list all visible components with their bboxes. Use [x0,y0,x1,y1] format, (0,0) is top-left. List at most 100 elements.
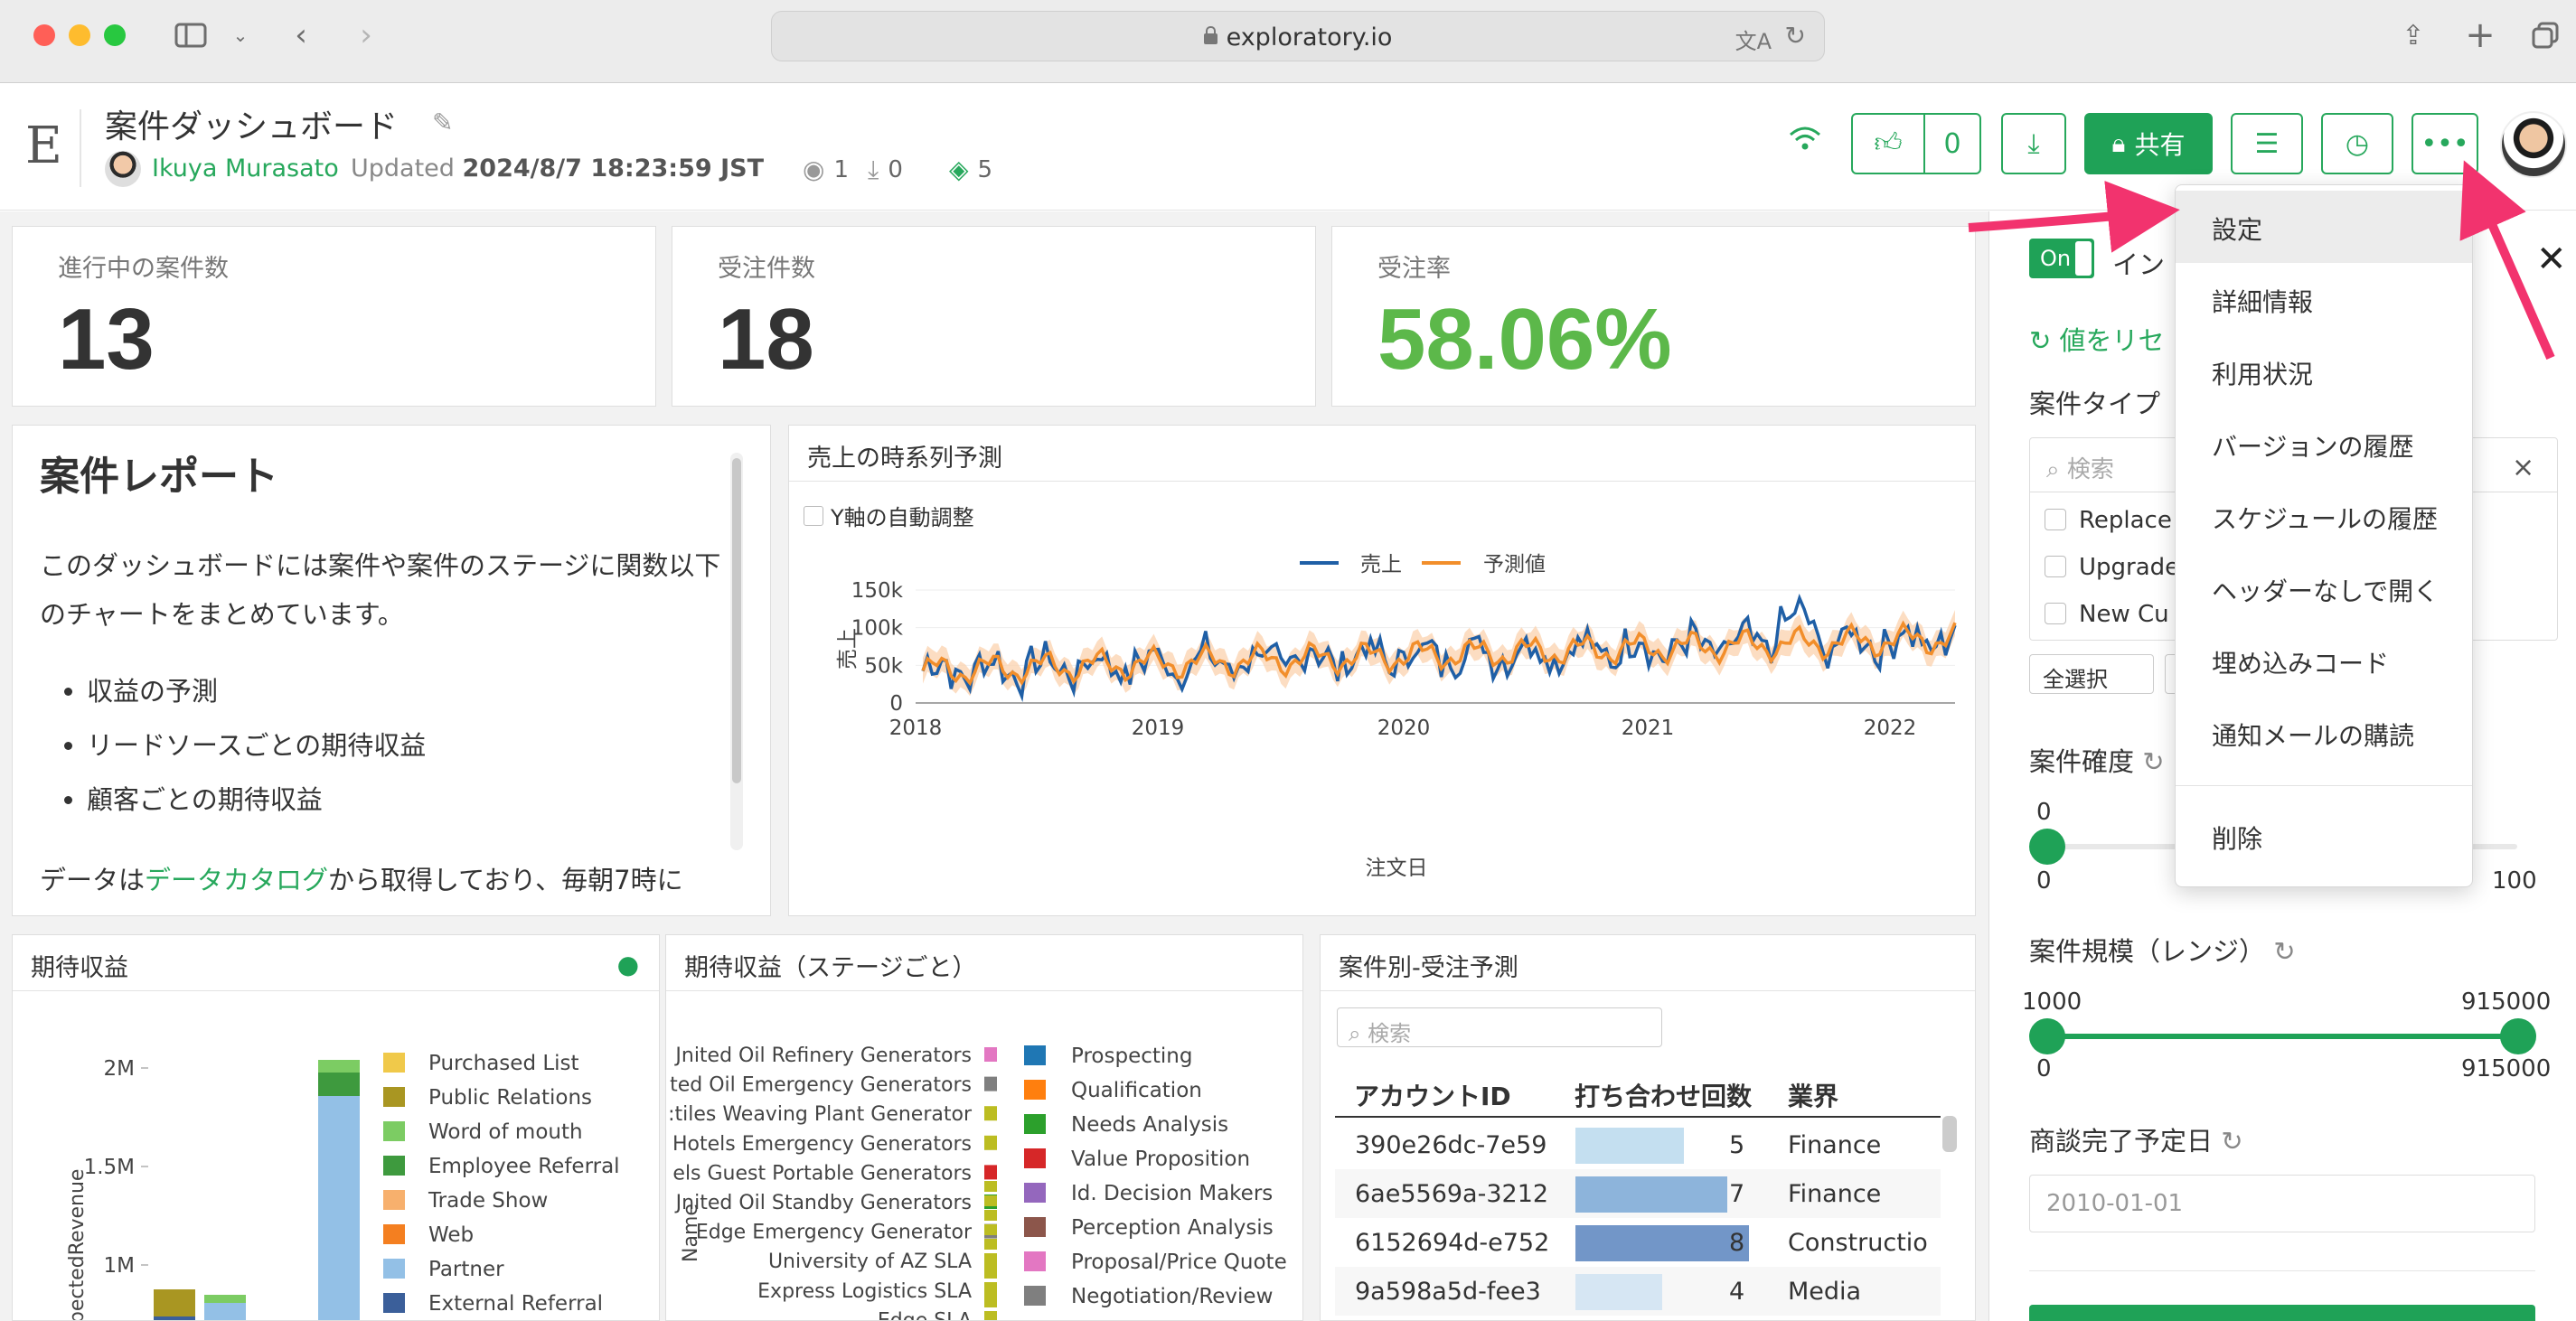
kpi-value: 58.06% [1377,291,1672,388]
legend-swatch [383,1121,405,1141]
deal-size-high-knob[interactable] [2500,1018,2536,1054]
tabs-overview-icon[interactable] [2527,14,2563,56]
meetings-bar [1575,1225,1749,1261]
option-checkbox[interactable] [2045,603,2066,624]
expected-revenue-title: 期待収益 [13,935,659,991]
new-tab-icon[interactable]: + [2462,14,2498,56]
like-button[interactable]: 👍︎ [1851,113,1925,174]
tags-stat[interactable]: ◈ 5 [949,155,992,184]
bar-segment [318,1096,360,1320]
comment-icon[interactable]: ● [617,950,639,979]
legend-label: Qualification [1071,1079,1202,1102]
expected-revenue-card: 期待収益 ● 2M 1.5M 1M ExpectedRevenue Purchased … [12,934,660,1321]
history-button[interactable]: ◷ [2321,113,2393,174]
column-header-industry[interactable]: 業界 [1788,1077,1838,1113]
sidebar-toggle-icon[interactable] [170,14,212,56]
menu-item-subscribe-email[interactable]: 通知メールの購読 [2176,697,2472,769]
table-row[interactable]: 390e26dc-7e59 5 Finance [1335,1120,1941,1169]
menu-item-usage[interactable]: 利用状況 [2176,335,2472,408]
deal-size-low-knob[interactable] [2029,1018,2065,1054]
legend-label: External Referral [428,1292,603,1316]
menu-item-details[interactable]: 詳細情報 [2176,263,2472,335]
close-panel-icon[interactable]: ✕ [2536,239,2567,280]
option-checkbox[interactable] [2045,556,2066,577]
refresh-icon[interactable]: ↻ [2221,1126,2242,1157]
filter-toggle[interactable]: On [2029,239,2094,278]
legend-swatch [383,1190,405,1210]
refresh-icon[interactable]: ↻ [2273,936,2295,967]
author-avatar [105,151,141,187]
more-options-button[interactable]: ••• [2411,113,2478,174]
bar [984,1311,997,1320]
reload-icon[interactable]: ↻ [1785,21,1806,51]
author-link[interactable]: Ikuya Murasato [152,155,339,183]
x-tick-label: 2022 [1864,717,1917,740]
apply-button[interactable] [2029,1305,2535,1321]
deal-size-slider-range[interactable] [2047,1034,2517,1039]
menu-item-schedule-history[interactable]: スケジュールの履歴 [2176,480,2472,552]
settings-sliders-button[interactable]: ☰ [2231,113,2303,174]
menu-item-delete[interactable]: 削除 [2176,800,2472,872]
bar [984,1135,997,1150]
clear-search-icon[interactable]: × [2512,452,2534,483]
close-date-input[interactable]: 2010-01-01 [2029,1175,2535,1232]
back-button[interactable]: ‹ [287,14,315,56]
cell-account-id: 6152694d-e752 [1355,1229,1550,1257]
close-window-button[interactable] [33,24,55,46]
edit-icon[interactable]: ✎ [432,108,453,137]
refresh-icon[interactable]: ↻ [2142,746,2164,777]
menu-item-open-without-header[interactable]: ヘッダーなしで開く [2176,552,2472,624]
x-tick-label: 2020 [1377,717,1431,740]
address-bar[interactable]: exploratory.io 文A ↻ [771,11,1825,61]
share-icon[interactable]: ⇪ [2395,14,2431,56]
table-row[interactable]: 6ae5569a-3212 7 Finance [1335,1169,1941,1218]
cell-meetings: 8 [1729,1229,1745,1257]
minimize-window-button[interactable] [69,24,90,46]
option-checkbox[interactable] [2045,509,2066,530]
zoom-window-button[interactable] [104,24,126,46]
report-scrollbar[interactable] [730,453,743,850]
column-header-account-id[interactable]: アカウントID [1354,1077,1511,1113]
tag-icon: ◈ [949,155,969,184]
table-search-input[interactable]: ⌕ 検索 [1337,1007,1662,1047]
probability-max: 100 [2492,867,2537,895]
y-tick-label: 0 [889,692,903,716]
report-paragraph: このダッシュボードには案件や案件のステージに関数以下のチャートをまとめています。 [40,550,721,630]
clock-icon: ◷ [2345,127,2370,160]
translate-icon[interactable]: 文A [1735,23,1772,55]
menu-item-version-history[interactable]: バージョンの履歴 [2176,408,2472,480]
category-label: :tiles Weaving Plant Generator [668,1103,973,1126]
probability-slider-knob[interactable] [2029,829,2065,865]
data-catalog-link[interactable]: データカタログ [145,865,328,895]
app-logo[interactable]: E [25,117,62,175]
legend-swatch [1024,1183,1046,1203]
downloads-count: 0 [888,156,903,183]
table-scrollbar[interactable] [1942,1116,1957,1152]
table-row[interactable]: 9a598a5d-fee3 4 Media [1335,1267,1941,1316]
report-bullet: 収益の予測 [87,664,426,718]
table-row[interactable]: 6152694d-e752 8 Constructio [1335,1218,1941,1267]
report-card: 案件レポート このダッシュボードには案件や案件のステージに関数以下のチャートをま… [12,425,771,916]
legend-label: Partner [428,1258,504,1281]
updated-prefix: Updated [351,155,455,183]
legend-label: Negotiation/Review [1071,1285,1273,1308]
search-icon: ⌕ [2046,456,2067,483]
column-header-meetings[interactable]: 打ち合わせ回数 [1575,1077,1752,1113]
views-count: 1 [833,155,849,183]
x-tick-label: 2021 [1622,717,1675,740]
select-all-label: 全選択 [2043,667,2108,692]
menu-item-embed-code[interactable]: 埋め込みコード [2176,624,2472,697]
download-button[interactable]: ⤓ [2001,113,2066,174]
y-tick-label: 2M [104,1057,135,1081]
select-all-button[interactable]: 全選択 [2029,654,2154,694]
share-button[interactable]: 🔒︎ 共有 [2084,113,2213,174]
category-label: Hotels Emergency Generators [672,1133,972,1156]
menu-item-settings[interactable]: 設定 [2176,191,2472,263]
chevron-down-icon[interactable]: ⌄ [230,14,251,56]
kpi-card-won: 受注件数 18 [672,226,1316,407]
reset-values-link[interactable]: ↻ 値をリセ [2029,320,2165,358]
deal-type-label: 案件タイプ [2029,389,2161,419]
download-icon: ⤓ [2027,127,2040,160]
forward-button[interactable]: › [353,14,380,56]
user-avatar[interactable] [2500,111,2567,178]
